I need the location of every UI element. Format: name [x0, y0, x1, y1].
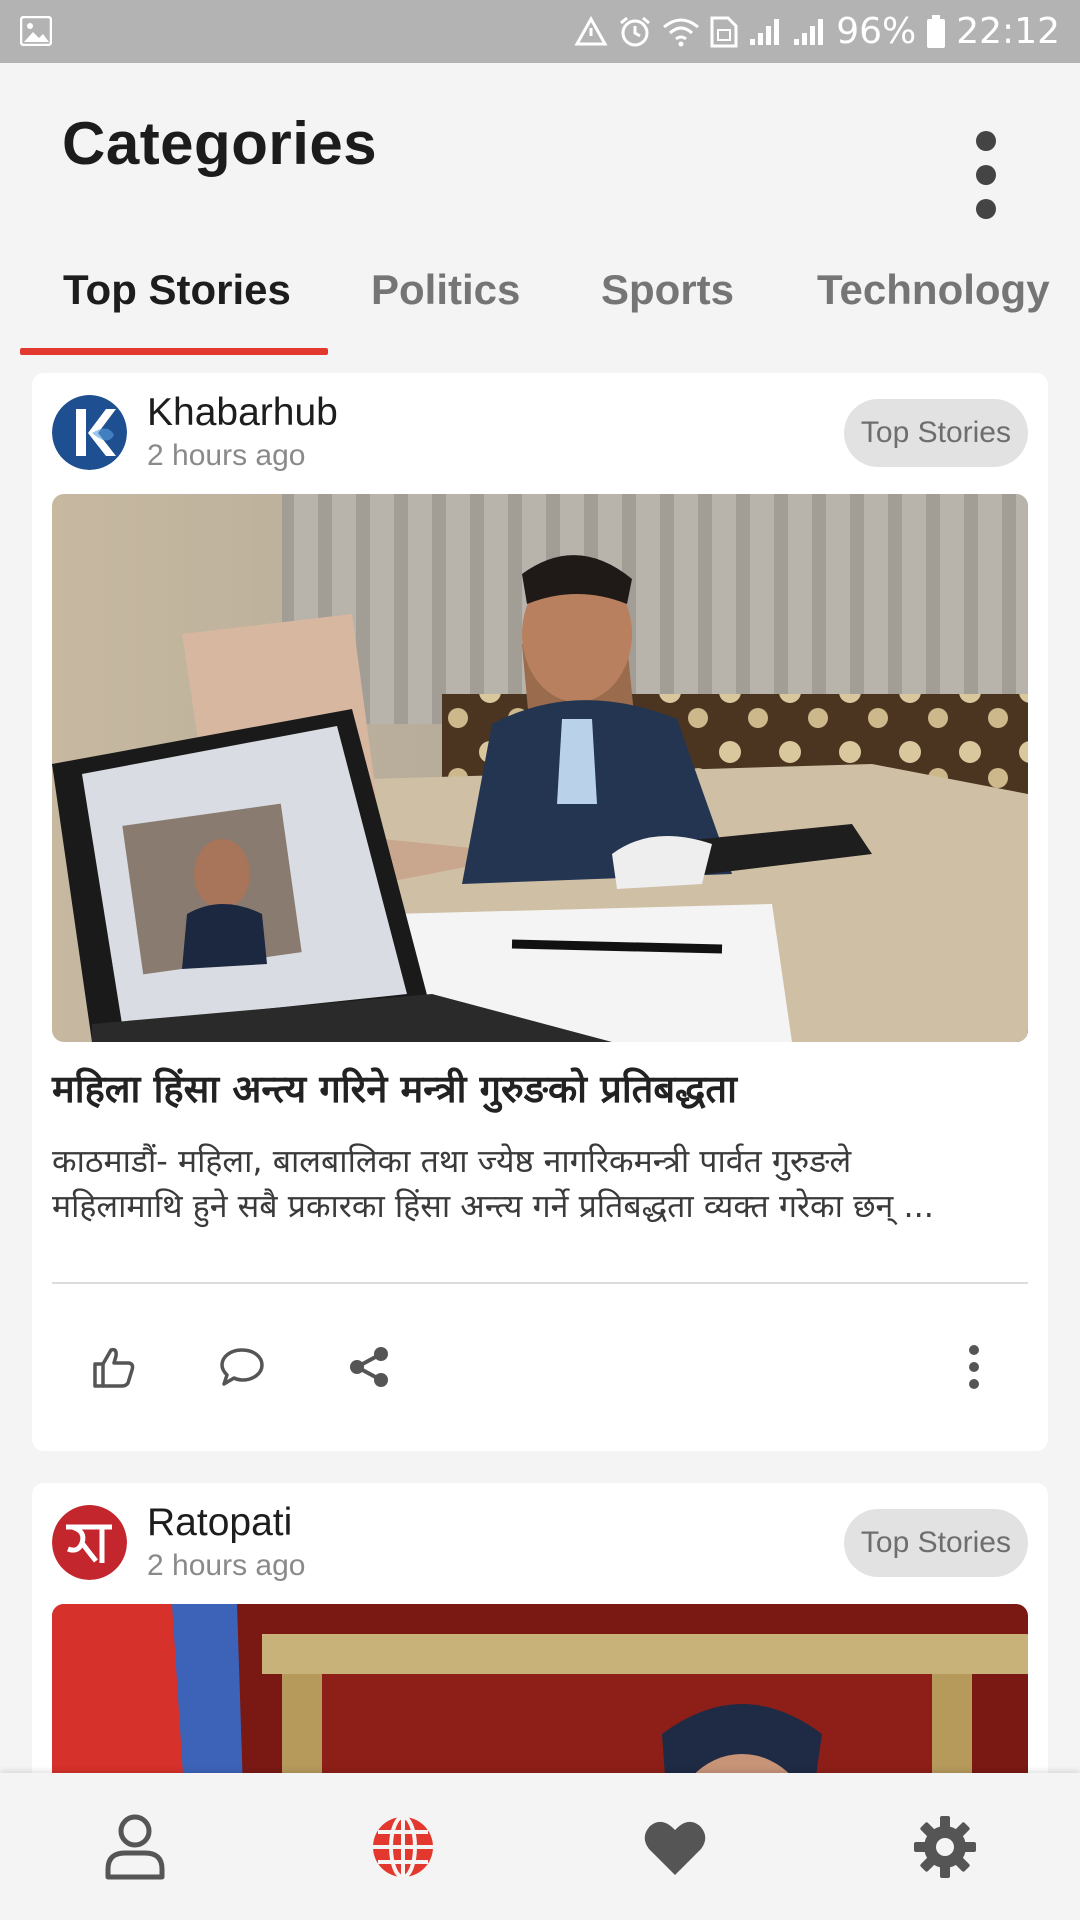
overflow-menu-icon[interactable]: [970, 125, 1002, 225]
tab-top-stories[interactable]: Top Stories: [63, 266, 291, 314]
active-tab-indicator: [20, 348, 328, 355]
tab-sports[interactable]: Sports: [601, 266, 734, 314]
settings-icon[interactable]: [905, 1807, 985, 1887]
comment-icon[interactable]: [212, 1337, 272, 1397]
source-logo: [52, 395, 127, 470]
news-image[interactable]: [52, 494, 1028, 1042]
summary-line: काठमाडौं- महिला, बालबालिका तथा ज्येष्ठ न…: [52, 1142, 852, 1180]
profile-icon[interactable]: [95, 1807, 175, 1887]
signal-icon: [792, 17, 826, 47]
wifi-icon: [662, 17, 700, 47]
like-icon[interactable]: [84, 1337, 144, 1397]
divider: [52, 1282, 1028, 1284]
battery-icon: [926, 14, 946, 49]
source-name[interactable]: Khabarhub: [147, 391, 338, 435]
signal-icon: [748, 17, 782, 47]
post-time: 2 hours ago: [147, 1549, 306, 1582]
recycle-icon: [574, 15, 608, 48]
globe-icon[interactable]: [363, 1807, 443, 1887]
share-icon[interactable]: [339, 1337, 399, 1397]
clock: 22:12: [956, 11, 1060, 52]
summary-line: महिलामाथि हुने सबै प्रकारका हिंसा अन्त्य…: [52, 1186, 934, 1225]
bottom-navigation: [0, 1773, 1080, 1920]
alarm-icon: [618, 15, 652, 49]
tab-technology[interactable]: Technology: [817, 266, 1050, 314]
source-name[interactable]: Ratopati: [147, 1501, 292, 1545]
app-header: Categories: [0, 63, 1080, 219]
post-time: 2 hours ago: [147, 439, 306, 472]
category-chip[interactable]: Top Stories: [843, 1509, 1028, 1577]
news-summary: काठमाडौं- महिला, बालबालिका तथा ज्येष्ठ न…: [52, 1139, 1028, 1229]
sim-icon: [710, 16, 738, 48]
more-vert-icon[interactable]: [944, 1337, 1004, 1397]
status-bar: 96% 22:12: [0, 0, 1080, 63]
tab-politics[interactable]: Politics: [371, 266, 520, 314]
category-tabs: Top Stories Politics Sports Technology: [0, 250, 1080, 360]
battery-percent: 96%: [836, 11, 917, 52]
page-title: Categories: [62, 110, 378, 177]
news-card[interactable]: Khabarhub 2 hours ago Top Stories महिला …: [32, 373, 1048, 1451]
news-headline[interactable]: महिला हिंसा अन्त्य गरिने मन्त्री गुरुङको…: [52, 1063, 1028, 1116]
category-chip[interactable]: Top Stories: [843, 399, 1028, 467]
image-icon: [19, 15, 53, 51]
heart-icon[interactable]: [635, 1807, 715, 1887]
source-logo: [52, 1505, 127, 1580]
